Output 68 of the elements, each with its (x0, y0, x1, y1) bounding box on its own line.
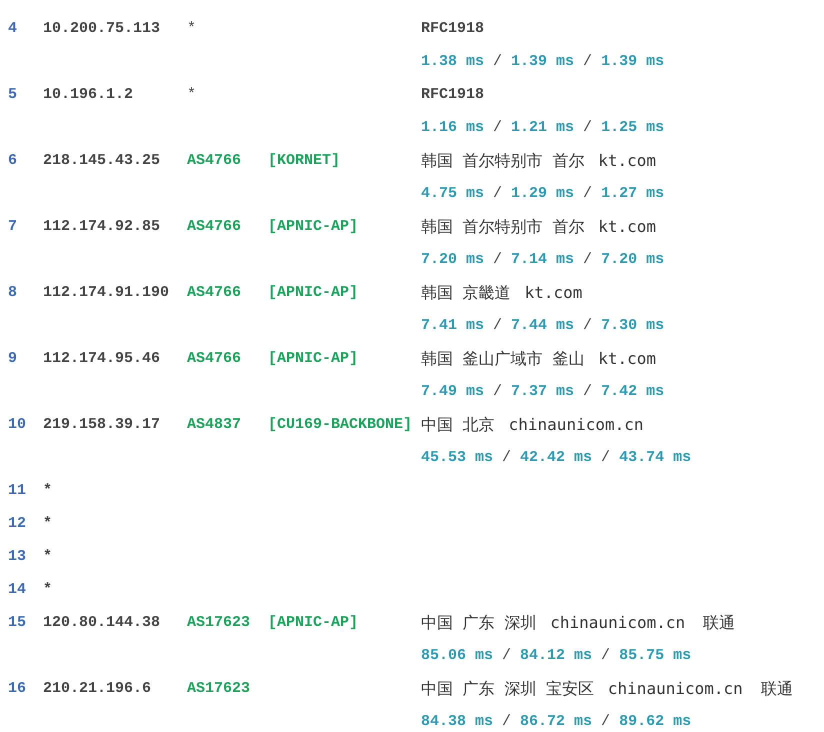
ip-address: 219.158.39.17 (43, 416, 160, 433)
asn-label: AS4766 (187, 218, 242, 235)
location-label: 韩国 首尔特别市 首尔 (421, 218, 584, 234)
ip-address: 210.21.196.6 (43, 680, 152, 697)
latency-readings: 7.49 ms / 7.37 ms / 7.42 ms (421, 383, 664, 400)
latency-readings: 7.20 ms / 7.14 ms / 7.20 ms (421, 251, 664, 268)
hop-number: 10 (8, 416, 26, 433)
ip-address: 10.196.1.2 (43, 86, 134, 103)
asn-label: * (187, 86, 196, 103)
hop-number: 15 (8, 614, 26, 631)
hop-number: 4 (8, 20, 18, 37)
org-label: [APNIC-AP] (268, 218, 358, 235)
location-label: 韩国 首尔特别市 首尔 (421, 152, 584, 168)
latency-readings: 1.16 ms / 1.21 ms / 1.25 ms (421, 119, 664, 136)
org-label: [CU169-BACKBONE] (268, 416, 412, 433)
domain-label: kt.com (524, 284, 582, 300)
latency-readings: 84.38 ms / 86.72 ms / 89.62 ms (421, 713, 692, 730)
location-label: RFC1918 (421, 21, 484, 36)
asn-label: AS4766 (187, 350, 242, 367)
hop-number: 14 (8, 581, 26, 598)
timeout-mark: * (43, 482, 52, 499)
asn-label: AS17623 (187, 614, 250, 631)
asn-label: AS17623 (187, 680, 250, 697)
ip-address: 112.174.92.85 (43, 218, 160, 235)
hop-number: 11 (8, 482, 26, 499)
location-label: 中国 广东 深圳 (421, 614, 536, 630)
location-label: 韩国 釜山广域市 釜山 (421, 350, 584, 366)
ip-address: 120.80.144.38 (43, 614, 160, 631)
hop-number: 12 (8, 515, 26, 532)
org-label: [APNIC-AP] (268, 350, 358, 367)
isp-label: 联通 (703, 614, 736, 630)
asn-label: AS4766 (187, 284, 242, 301)
domain-label: kt.com (598, 218, 656, 234)
location-label: RFC1918 (421, 87, 484, 102)
latency-readings: 7.41 ms / 7.44 ms / 7.30 ms (421, 317, 664, 334)
ip-address: 218.145.43.25 (43, 152, 160, 169)
timeout-mark: * (43, 581, 52, 598)
timeout-mark: * (43, 515, 52, 532)
domain-label: chinaunicom.cn (508, 416, 644, 432)
ip-address: 112.174.91.190 (43, 284, 170, 301)
hop-number: 13 (8, 548, 26, 565)
domain-label: chinaunicom.cn (608, 680, 743, 696)
isp-label: 联通 (760, 680, 793, 696)
domain-label: chinaunicom.cn (550, 614, 686, 630)
hop-number: 8 (8, 284, 18, 301)
latency-readings: 4.75 ms / 1.29 ms / 1.27 ms (421, 185, 664, 202)
hop-number: 6 (8, 152, 18, 169)
hop-number: 16 (8, 680, 26, 697)
location-label: 中国 广东 深圳 宝安区 (421, 680, 594, 696)
org-label: [APNIC-AP] (268, 614, 358, 631)
org-label: [APNIC-AP] (268, 284, 358, 301)
latency-readings: 85.06 ms / 84.12 ms / 85.75 ms (421, 647, 692, 664)
location-label: 中国 北京 (421, 416, 495, 432)
location-label: 韩国 京畿道 (421, 284, 511, 300)
hop-number: 5 (8, 86, 18, 103)
hop-number: 7 (8, 218, 18, 235)
domain-label: kt.com (598, 350, 656, 366)
ip-address: 112.174.95.46 (43, 350, 160, 367)
ip-address: 10.200.75.113 (43, 20, 160, 37)
asn-label: AS4766 (187, 152, 242, 169)
domain-label: kt.com (598, 152, 656, 168)
asn-label: * (187, 20, 196, 37)
org-label: [KORNET] (268, 152, 340, 169)
asn-label: AS4837 (187, 416, 242, 433)
latency-readings: 45.53 ms / 42.42 ms / 43.74 ms (421, 449, 692, 466)
timeout-mark: * (43, 548, 52, 565)
latency-readings: 1.38 ms / 1.39 ms / 1.39 ms (421, 53, 664, 70)
hop-number: 9 (8, 350, 18, 367)
